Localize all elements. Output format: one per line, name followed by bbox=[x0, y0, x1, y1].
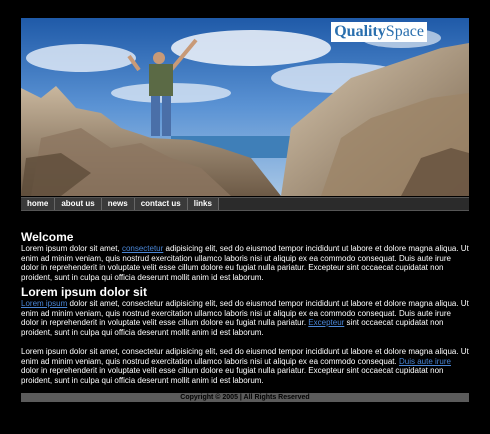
nav-links[interactable]: links bbox=[187, 198, 219, 210]
nav-about-us[interactable]: about us bbox=[55, 198, 102, 210]
nav-contact-us[interactable]: contact us bbox=[134, 198, 188, 210]
logo-part1: Quality bbox=[334, 23, 386, 40]
banner-image bbox=[21, 18, 469, 196]
section-title-welcome: Welcome bbox=[21, 230, 74, 244]
inline-link[interactable]: Excepteur bbox=[308, 318, 344, 327]
inline-link[interactable]: Duis aute irure bbox=[399, 357, 451, 366]
paragraph: Lorem ipsum dolor sit amet, consectetur … bbox=[21, 347, 469, 385]
logo[interactable]: QualitySpace bbox=[331, 22, 427, 42]
section-title-lorem: Lorem ipsum dolor sit bbox=[21, 285, 148, 299]
main-content: Welcome Lorem ipsum dolor sit amet, cons… bbox=[21, 230, 469, 385]
text: dolor in reprehenderit in voluptate veli… bbox=[21, 366, 444, 385]
inline-link[interactable]: consectetur bbox=[122, 244, 163, 253]
inline-link[interactable]: Lorem ipsum bbox=[21, 299, 67, 308]
nav-home[interactable]: home bbox=[21, 198, 56, 210]
nav-bar: home about us news contact us links bbox=[21, 197, 469, 211]
nav-news[interactable]: news bbox=[101, 198, 135, 210]
footer: Copyright © 2005 | All Rights Reserved bbox=[21, 393, 469, 402]
logo-part2: Space bbox=[385, 23, 424, 40]
paragraph: Lorem ipsum dolor sit amet, consectetur … bbox=[21, 244, 469, 282]
paragraph: Lorem ipsum dolor sit amet, consectetur … bbox=[21, 299, 469, 337]
text: Lorem ipsum dolor sit amet, bbox=[21, 244, 122, 253]
header-banner: QualitySpace bbox=[21, 18, 469, 196]
